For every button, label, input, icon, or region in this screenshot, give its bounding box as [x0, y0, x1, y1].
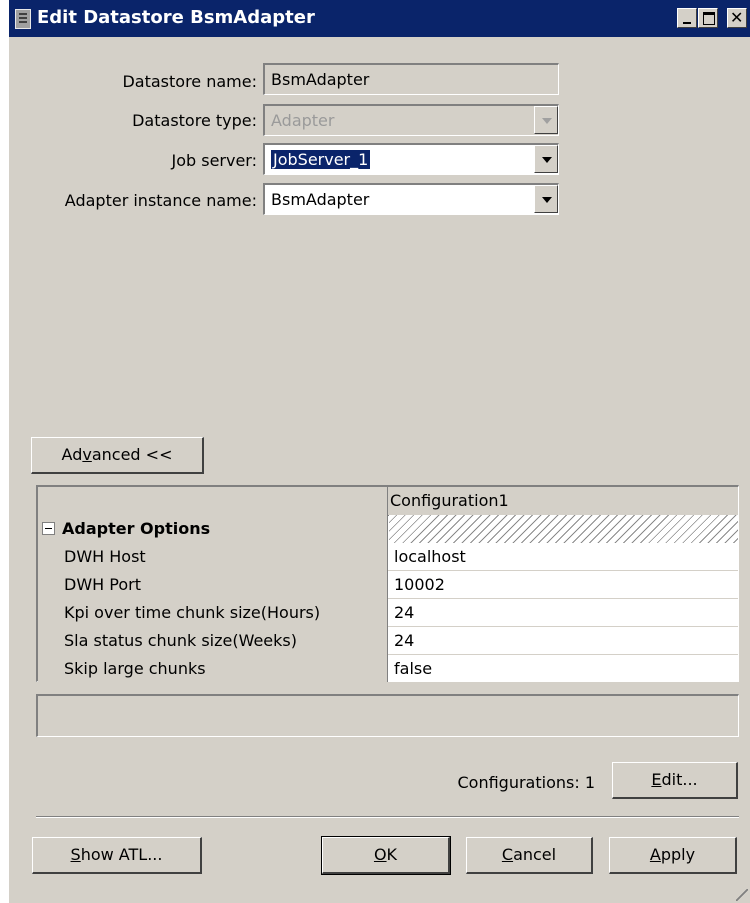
edit-configurations-button[interactable]: Edit...: [612, 762, 738, 799]
grid-row-key: DWH Port: [64, 575, 141, 594]
grid-row-value[interactable]: false: [394, 659, 432, 678]
job-server-label: Job server:: [171, 151, 257, 170]
configurations-count: Configurations: 1: [457, 773, 596, 792]
close-icon[interactable]: [727, 8, 747, 28]
configuration-grid: Configuration1 Adapter Options DWH Host …: [36, 485, 739, 682]
grid-row-value[interactable]: 24: [394, 603, 414, 622]
adapter-instance-value: BsmAdapter: [271, 190, 370, 209]
job-server-select[interactable]: JobServer_1: [263, 143, 559, 175]
cancel-button[interactable]: Cancel: [466, 837, 593, 874]
show-atl-button[interactable]: Show ATL...: [32, 837, 202, 874]
datastore-type-label: Datastore type:: [132, 111, 257, 130]
grid-row-key: Sla status chunk size(Weeks): [64, 631, 297, 650]
edit-datastore-dialog: Edit Datastore BsmAdapter Datastore name…: [9, 0, 750, 903]
grid-row[interactable]: Sla status chunk size(Weeks) 24: [38, 627, 738, 655]
chevron-down-icon[interactable]: [534, 145, 558, 173]
datastore-name-field: BsmAdapter: [263, 63, 559, 95]
advanced-button-label-part: Ad: [61, 445, 83, 464]
edit-button-label: dit...: [661, 770, 698, 789]
grid-row-value[interactable]: localhost: [394, 547, 466, 566]
adapter-instance-label: Adapter instance name:: [64, 191, 257, 210]
grid-row[interactable]: Kpi over time chunk size(Hours) 24: [38, 599, 738, 627]
datastore-icon: [15, 9, 31, 29]
chevron-down-icon[interactable]: [534, 185, 558, 213]
advanced-button[interactable]: Advanced <<: [31, 437, 204, 474]
apply-label: pply: [660, 845, 696, 864]
grid-header: Configuration1: [38, 487, 738, 516]
apply-button[interactable]: Apply: [609, 837, 737, 874]
datastore-type-value: Adapter: [271, 111, 335, 130]
resize-grip-icon[interactable]: [736, 889, 748, 901]
datastore-name-value: BsmAdapter: [271, 70, 370, 89]
grid-group-label: Adapter Options: [62, 519, 211, 538]
grid-row-key: Kpi over time chunk size(Hours): [64, 603, 321, 622]
collapse-icon[interactable]: [42, 522, 55, 535]
adapter-instance-select[interactable]: BsmAdapter: [263, 183, 559, 215]
grid-row[interactable]: Skip large chunks false: [38, 655, 738, 683]
title-bar[interactable]: Edit Datastore BsmAdapter: [9, 0, 750, 37]
minimize-icon[interactable]: [677, 8, 697, 28]
apply-accel: A: [649, 845, 661, 864]
grid-row[interactable]: DWH Port 10002: [38, 571, 738, 599]
datastore-name-label: Datastore name:: [122, 72, 257, 91]
advanced-button-accel: v: [82, 445, 92, 464]
ok-button[interactable]: OK: [321, 836, 451, 875]
grid-row-key: DWH Host: [64, 547, 146, 566]
datastore-type-select: Adapter: [263, 104, 559, 136]
maximize-icon[interactable]: [698, 8, 718, 28]
cancel-accel: C: [501, 845, 514, 864]
advanced-button-label-rest: anced <<: [91, 445, 173, 464]
grid-group-hatch: [389, 515, 738, 543]
grid-column-header: Configuration1: [390, 491, 509, 510]
window-title: Edit Datastore BsmAdapter: [37, 7, 315, 28]
job-server-value: JobServer_1: [269, 149, 372, 170]
edit-button-accel: E: [651, 770, 662, 789]
grid-row-value[interactable]: 10002: [394, 575, 445, 594]
ok-label: K: [386, 845, 398, 864]
grid-header-blank: [38, 487, 388, 515]
cancel-label: ancel: [513, 845, 557, 864]
grid-row-key: Skip large chunks: [64, 659, 206, 678]
footer-separator: [36, 816, 739, 818]
grid-row-value[interactable]: 24: [394, 631, 414, 650]
grid-row[interactable]: DWH Host localhost: [38, 543, 738, 571]
show-atl-accel: S: [70, 845, 81, 864]
chevron-down-icon: [534, 106, 558, 134]
ok-accel: O: [373, 845, 387, 864]
show-atl-label: how ATL...: [80, 845, 163, 864]
description-box: [36, 694, 739, 737]
